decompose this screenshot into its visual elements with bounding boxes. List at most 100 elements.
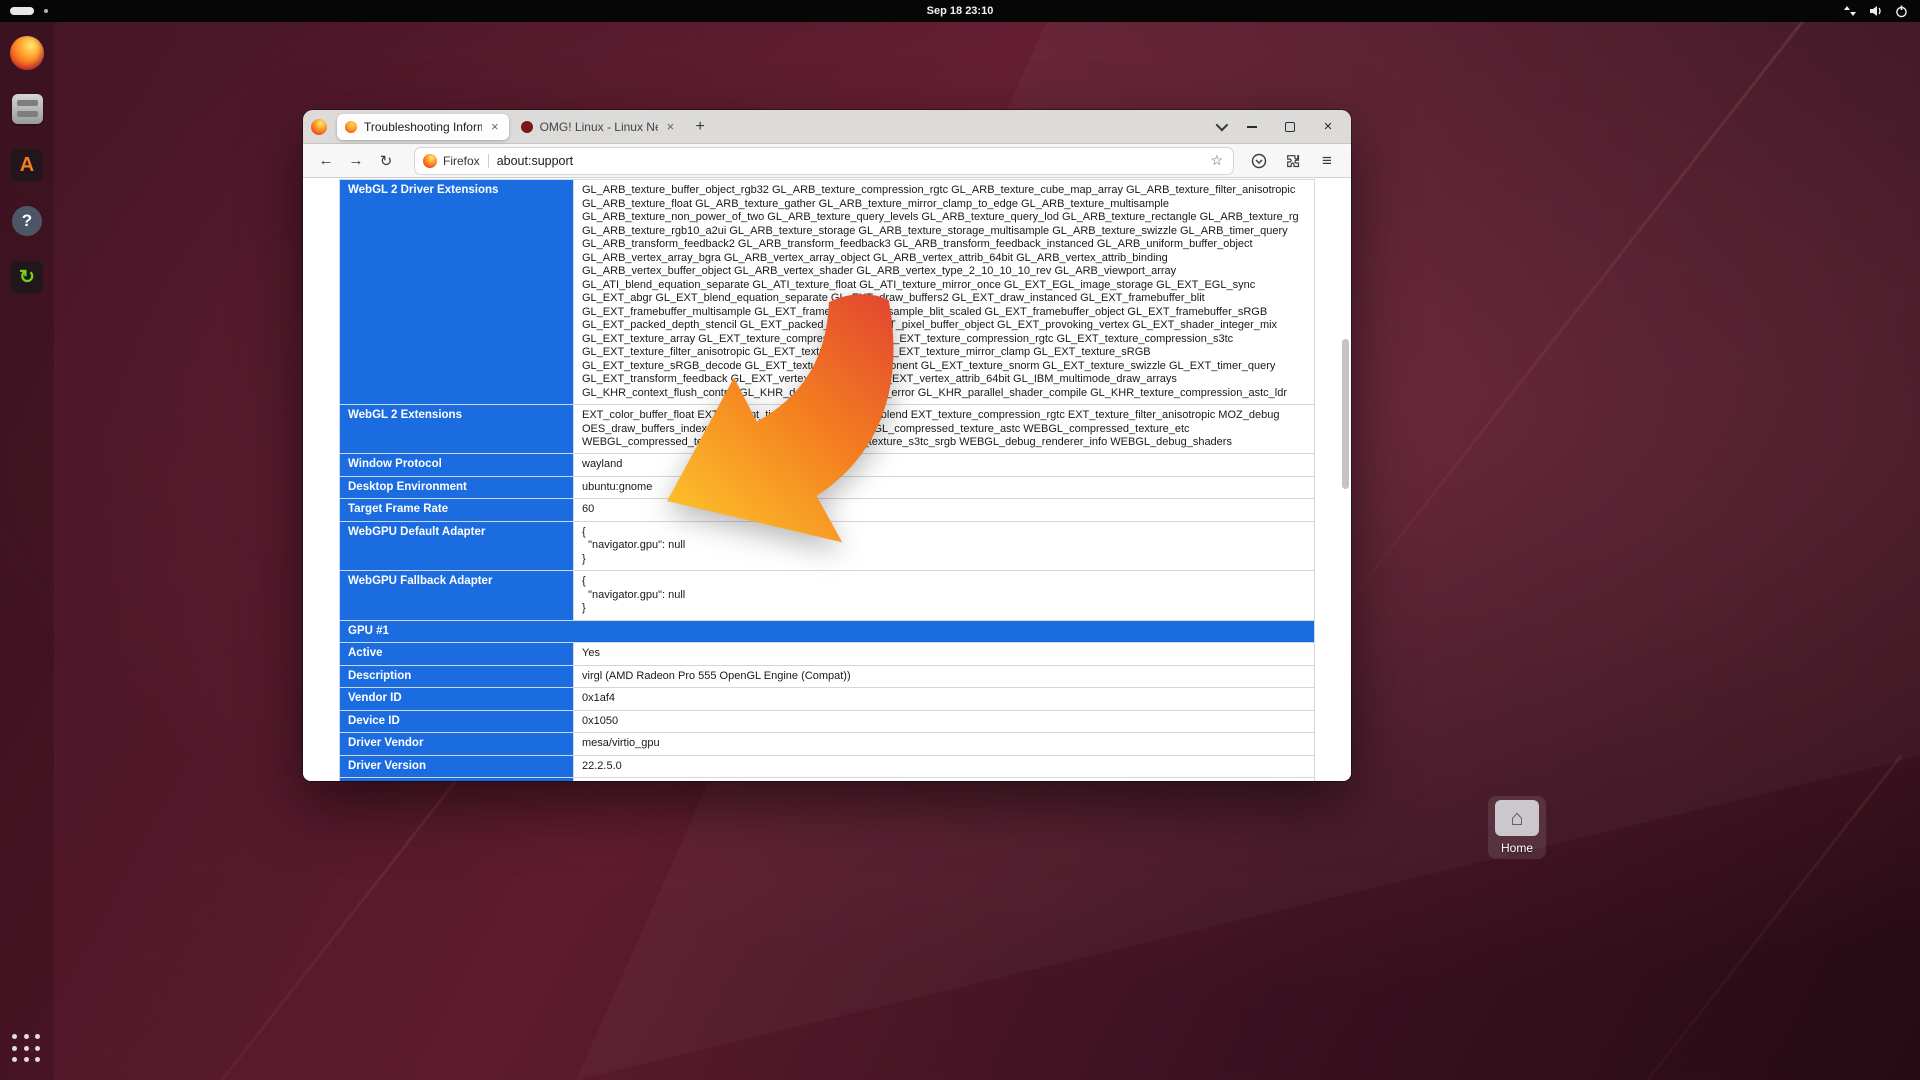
minimize-button[interactable]: [1241, 116, 1263, 138]
pocket-icon[interactable]: [1245, 148, 1273, 174]
section-header: GPU #1: [340, 620, 1315, 643]
row-label: RAM: [340, 778, 574, 782]
row-label: Active: [340, 643, 574, 666]
table-row: WebGL 2 ExtensionsEXT_color_buffer_float…: [340, 405, 1315, 454]
row-label: Vendor ID: [340, 688, 574, 711]
table-row: Target Frame Rate60: [340, 499, 1315, 522]
row-value: wayland: [574, 454, 1315, 477]
topbar-left-indicators: [10, 0, 48, 22]
power-icon: [1895, 5, 1908, 18]
about-support-page: WebGL 2 Driver ExtensionsGL_ARB_texture_…: [303, 179, 1351, 781]
list-tabs-chevron-icon[interactable]: [1216, 119, 1229, 132]
wallpaper-line: [1580, 754, 1903, 1080]
new-tab-button[interactable]: +: [688, 115, 712, 139]
dock-item-app-center[interactable]: A: [8, 146, 46, 184]
help-icon: ?: [12, 206, 42, 236]
bookmark-star-icon[interactable]: ☆: [1208, 152, 1225, 169]
dock: A ? ↻: [0, 22, 54, 1080]
tab-close-icon[interactable]: ×: [665, 119, 677, 134]
row-label: Desktop Environment: [340, 476, 574, 499]
row-value: { "navigator.gpu": null }: [574, 571, 1315, 621]
table-row: ActiveYes: [340, 643, 1315, 666]
table-row: WebGPU Fallback Adapter{ "navigator.gpu"…: [340, 571, 1315, 621]
row-label: Device ID: [340, 710, 574, 733]
dock-item-updates[interactable]: ↻: [8, 258, 46, 296]
scrollbar-track[interactable]: [1341, 179, 1350, 779]
workspace-pill-indicator: [10, 7, 34, 15]
row-label: WebGPU Fallback Adapter: [340, 571, 574, 621]
dock-item-help[interactable]: ?: [8, 202, 46, 240]
tab-close-icon[interactable]: ×: [489, 119, 501, 134]
row-value: mesa/virtio_gpu: [574, 733, 1315, 756]
window-titlebar[interactable]: Troubleshooting Informa × OMG! Linux - L…: [303, 110, 1351, 144]
toolbar-right-icons: ≡: [1245, 148, 1341, 174]
table-row: Desktop Environmentubuntu:gnome: [340, 476, 1315, 499]
scrollbar-thumb[interactable]: [1342, 339, 1349, 489]
dock-item-files[interactable]: [8, 90, 46, 128]
home-folder-icon: ⌂: [1495, 800, 1539, 836]
dock-item-firefox[interactable]: [8, 34, 46, 72]
desktop-home-shortcut[interactable]: ⌂ Home: [1488, 796, 1546, 859]
titlebar-controls: ×: [1216, 116, 1343, 138]
app-grid-button[interactable]: [12, 1034, 42, 1064]
table-row: Device ID0x1050: [340, 710, 1315, 733]
clock[interactable]: Sep 18 23:10: [927, 5, 994, 17]
firefox-icon: [10, 36, 44, 70]
table-row: Vendor ID0x1af4: [340, 688, 1315, 711]
files-icon: [12, 94, 43, 124]
firefox-identity-icon: [423, 154, 437, 168]
tab-bar: Troubleshooting Informa × OMG! Linux - L…: [337, 114, 1216, 140]
identity-label: Firefox: [443, 154, 480, 168]
tab-title: Troubleshooting Informa: [364, 120, 482, 134]
support-table-body: WebGL 2 Driver ExtensionsGL_ARB_texture_…: [340, 180, 1315, 782]
table-row: RAM0: [340, 778, 1315, 782]
network-icon: [1843, 5, 1857, 17]
table-row: Descriptionvirgl (AMD Radeon Pro 555 Ope…: [340, 665, 1315, 688]
updates-icon: ↻: [11, 261, 43, 293]
address-bar[interactable]: Firefox about:support ☆: [415, 148, 1233, 174]
tab-troubleshooting[interactable]: Troubleshooting Informa ×: [337, 114, 509, 140]
system-status-area[interactable]: [1843, 0, 1908, 22]
row-value: 60: [574, 499, 1315, 522]
row-value: 0x1af4: [574, 688, 1315, 711]
maximize-button[interactable]: [1279, 116, 1301, 138]
row-value: 22.2.5.0: [574, 755, 1315, 778]
row-label: Description: [340, 665, 574, 688]
navigation-toolbar: ← → ↻ Firefox about:support ☆ ≡: [303, 144, 1351, 178]
row-label: Driver Version: [340, 755, 574, 778]
table-row: GPU #1: [340, 620, 1315, 643]
close-button[interactable]: ×: [1317, 116, 1339, 138]
support-table: WebGL 2 Driver ExtensionsGL_ARB_texture_…: [339, 179, 1315, 781]
row-value: 0: [574, 778, 1315, 782]
wallpaper-line: [1308, 6, 1815, 654]
row-label: Target Frame Rate: [340, 499, 574, 522]
system-top-bar: Sep 18 23:10: [0, 0, 1920, 22]
home-label: Home: [1490, 841, 1544, 855]
reload-button[interactable]: ↻: [373, 148, 399, 174]
back-button[interactable]: ←: [313, 148, 339, 174]
volume-icon: [1869, 5, 1883, 17]
firefox-favicon-icon: [345, 121, 357, 133]
forward-button[interactable]: →: [343, 148, 369, 174]
row-value: { "navigator.gpu": null }: [574, 521, 1315, 571]
table-row: WebGPU Default Adapter{ "navigator.gpu":…: [340, 521, 1315, 571]
url-text[interactable]: about:support: [497, 154, 1209, 168]
row-label: Window Protocol: [340, 454, 574, 477]
extensions-puzzle-icon[interactable]: [1279, 148, 1307, 174]
identity-separator: [488, 154, 489, 168]
firefox-window: Troubleshooting Informa × OMG! Linux - L…: [303, 110, 1351, 781]
row-value: 0x1050: [574, 710, 1315, 733]
firefox-tab-icon[interactable]: [311, 119, 327, 135]
hamburger-menu-icon[interactable]: ≡: [1313, 148, 1341, 174]
table-row: WebGL 2 Driver ExtensionsGL_ARB_texture_…: [340, 180, 1315, 405]
table-row: Window Protocolwayland: [340, 454, 1315, 477]
row-value: virgl (AMD Radeon Pro 555 OpenGL Engine …: [574, 665, 1315, 688]
table-row: Driver Vendormesa/virtio_gpu: [340, 733, 1315, 756]
tab-omg-linux[interactable]: OMG! Linux - Linux News ×: [513, 114, 685, 140]
row-label: WebGPU Default Adapter: [340, 521, 574, 571]
workspace-dot-indicator: [44, 9, 48, 13]
minimize-icon: [1247, 126, 1257, 128]
app-center-icon: A: [11, 149, 43, 181]
identity-box[interactable]: Firefox: [423, 154, 480, 168]
omg-linux-favicon-icon: [521, 121, 533, 133]
